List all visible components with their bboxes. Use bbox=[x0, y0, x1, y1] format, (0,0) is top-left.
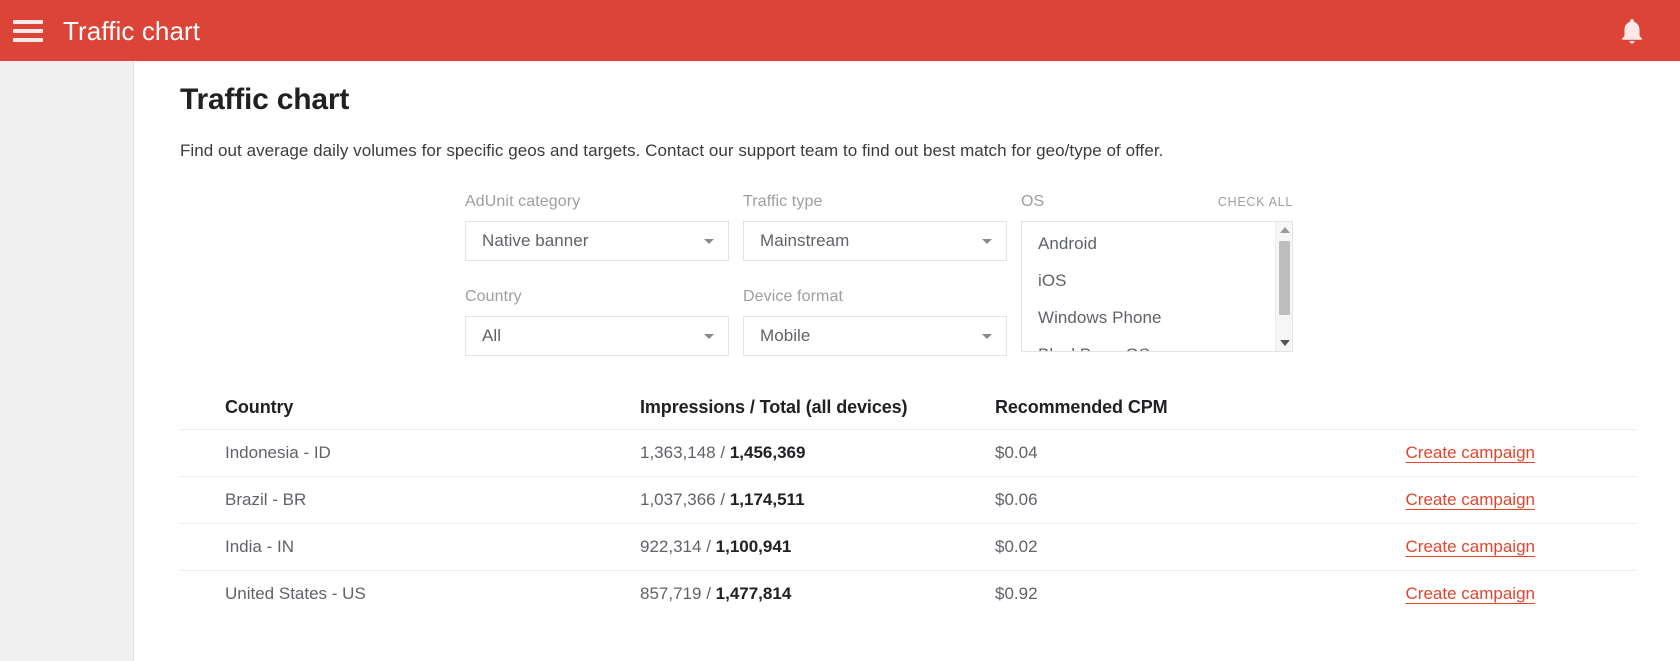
impressions-value: 1,363,148 bbox=[640, 443, 716, 462]
traffic-type-value: Mainstream bbox=[760, 231, 850, 250]
impressions-separator: / bbox=[706, 584, 716, 603]
chevron-down-icon bbox=[704, 238, 714, 244]
cell-impressions: 922,314 / 1,100,941 bbox=[640, 537, 995, 557]
os-header: OS CHECK ALL bbox=[1021, 194, 1293, 210]
os-listbox[interactable]: Android iOS Windows Phone BlackBerry OS bbox=[1021, 221, 1293, 352]
traffic-type-select[interactable]: Mainstream bbox=[743, 221, 1007, 261]
impressions-value: 922,314 bbox=[640, 537, 702, 556]
impressions-separator: / bbox=[706, 537, 716, 556]
table-row: Brazil - BR 1,037,366 / 1,174,511 $0.06 … bbox=[180, 476, 1636, 523]
filter-traffic-type: Traffic type Mainstream bbox=[743, 194, 1007, 261]
column-header-impressions: Impressions / Total (all devices) bbox=[640, 396, 908, 417]
chevron-down-icon bbox=[704, 333, 714, 339]
device-format-label: Device format bbox=[743, 288, 843, 305]
hamburger-bar bbox=[13, 28, 43, 33]
create-campaign-link[interactable]: Create campaign bbox=[1406, 443, 1535, 462]
os-option-windows-phone[interactable]: Windows Phone bbox=[1022, 299, 1292, 336]
filter-country: Country All bbox=[465, 289, 729, 356]
cell-country: United States - US bbox=[225, 584, 366, 603]
total-value: 1,456,369 bbox=[729, 443, 806, 462]
scroll-up-arrow-icon[interactable] bbox=[1280, 227, 1290, 233]
total-value: 1,100,941 bbox=[715, 537, 792, 556]
os-option-list: Android iOS Windows Phone BlackBerry OS bbox=[1022, 222, 1292, 351]
device-format-value: Mobile bbox=[760, 326, 811, 345]
filter-device-format: Device format Mobile bbox=[743, 289, 1007, 356]
table-row: Indonesia - ID 1,363,148 / 1,456,369 $0.… bbox=[180, 429, 1636, 476]
total-value: 1,477,814 bbox=[715, 584, 792, 603]
cell-impressions: 1,037,366 / 1,174,511 bbox=[640, 490, 995, 510]
chevron-down-icon bbox=[982, 333, 992, 339]
adunit-category-label: AdUnit category bbox=[465, 193, 581, 210]
cell-cpm: $0.02 bbox=[995, 537, 1038, 556]
country-value: All bbox=[482, 326, 502, 345]
page-title: Traffic chart bbox=[180, 83, 350, 116]
traffic-type-label: Traffic type bbox=[743, 193, 823, 210]
check-all-link[interactable]: CHECK ALL bbox=[1218, 196, 1293, 209]
cell-cpm: $0.04 bbox=[995, 443, 1038, 462]
os-label: OS bbox=[1021, 193, 1045, 210]
scrollbar-thumb[interactable] bbox=[1279, 241, 1290, 315]
chevron-down-icon bbox=[982, 238, 992, 244]
app-bar: Traffic chart bbox=[0, 0, 1680, 61]
cell-action: Create campaign bbox=[1305, 490, 1636, 510]
cell-action: Create campaign bbox=[1305, 537, 1636, 557]
column-header-country: Country bbox=[225, 396, 294, 417]
table-header-row: Country Impressions / Total (all devices… bbox=[180, 381, 1636, 429]
impressions-separator: / bbox=[720, 490, 730, 509]
os-option-android[interactable]: Android bbox=[1022, 225, 1292, 262]
scroll-down-arrow-icon[interactable] bbox=[1280, 340, 1290, 346]
impressions-separator: / bbox=[720, 443, 730, 462]
table-row: United States - US 857,719 / 1,477,814 $… bbox=[180, 570, 1636, 617]
adunit-category-select[interactable]: Native banner bbox=[465, 221, 729, 261]
impressions-value: 1,037,366 bbox=[640, 490, 716, 509]
total-value: 1,174,511 bbox=[729, 490, 805, 509]
os-list-scrollbar[interactable] bbox=[1275, 222, 1292, 351]
create-campaign-link[interactable]: Create campaign bbox=[1406, 537, 1535, 556]
create-campaign-link[interactable]: Create campaign bbox=[1406, 584, 1535, 603]
cell-impressions: 1,363,148 / 1,456,369 bbox=[640, 443, 995, 463]
page-description: Find out average daily volumes for speci… bbox=[180, 141, 1164, 160]
country-label: Country bbox=[465, 288, 522, 305]
bell-icon[interactable] bbox=[1612, 11, 1652, 51]
cell-cpm: $0.06 bbox=[995, 490, 1038, 509]
adunit-category-value: Native banner bbox=[482, 231, 589, 250]
cell-action: Create campaign bbox=[1305, 443, 1636, 463]
cell-country: Brazil - BR bbox=[225, 490, 307, 509]
cell-country: India - IN bbox=[225, 537, 294, 556]
cell-country: Indonesia - ID bbox=[225, 443, 331, 462]
device-format-select[interactable]: Mobile bbox=[743, 316, 1007, 356]
hamburger-bar bbox=[13, 19, 43, 24]
impressions-value: 857,719 bbox=[640, 584, 702, 603]
table-row: India - IN 922,314 / 1,100,941 $0.02 Cre… bbox=[180, 523, 1636, 570]
country-select[interactable]: All bbox=[465, 316, 729, 356]
os-option-blackberry-os[interactable]: BlackBerry OS bbox=[1022, 336, 1292, 351]
traffic-table: Country Impressions / Total (all devices… bbox=[180, 381, 1636, 617]
filter-adunit-category: AdUnit category Native banner bbox=[465, 194, 729, 261]
hamburger-menu-icon[interactable] bbox=[13, 19, 43, 42]
app-bar-title: Traffic chart bbox=[63, 15, 201, 46]
cell-impressions: 857,719 / 1,477,814 bbox=[640, 584, 995, 604]
os-option-ios[interactable]: iOS bbox=[1022, 262, 1292, 299]
filter-os: OS CHECK ALL Android iOS Windows Phone B… bbox=[1021, 194, 1293, 352]
sidebar bbox=[0, 61, 134, 661]
cell-cpm: $0.92 bbox=[995, 584, 1038, 603]
main-content: Traffic chart Find out average daily vol… bbox=[135, 61, 1680, 661]
hamburger-bar bbox=[13, 37, 43, 42]
create-campaign-link[interactable]: Create campaign bbox=[1406, 490, 1535, 509]
column-header-cpm: Recommended CPM bbox=[995, 396, 1168, 417]
cell-action: Create campaign bbox=[1305, 584, 1636, 604]
